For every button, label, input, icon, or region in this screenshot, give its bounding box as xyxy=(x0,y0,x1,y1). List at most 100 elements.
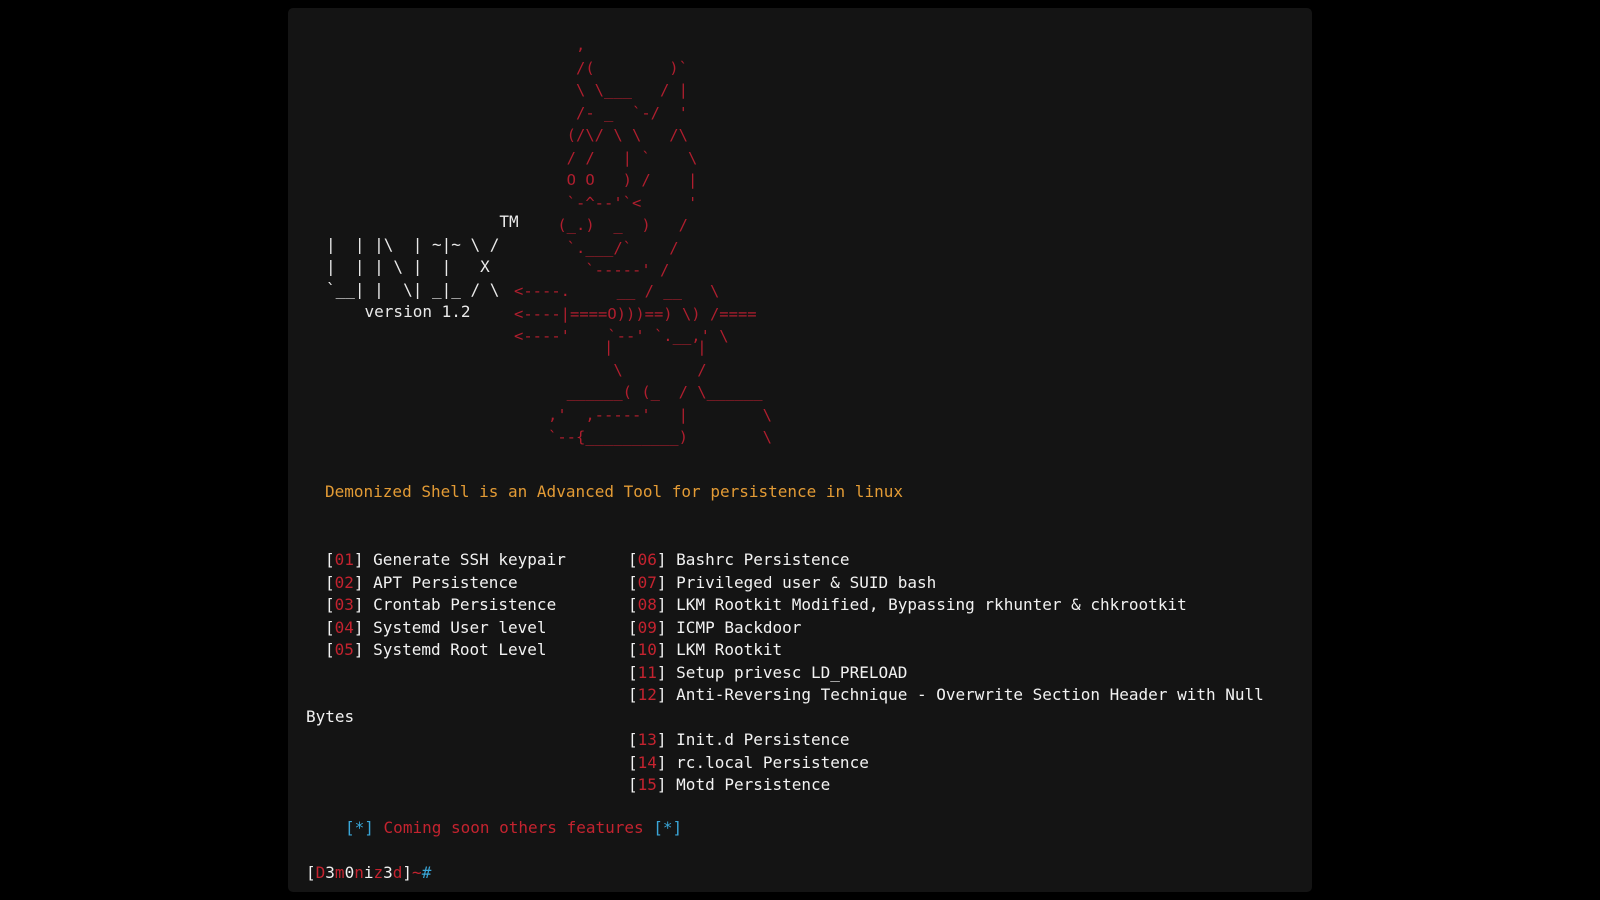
option-number: 13 xyxy=(637,730,657,749)
menu-options-left: [01] Generate SSH keypair [02] APT Persis… xyxy=(325,549,566,662)
prompt-char: 3 xyxy=(325,863,335,882)
option-bracket-close: ] xyxy=(656,685,677,704)
prompt-tilde: ~ xyxy=(412,863,422,882)
arrow-line-1: <----. __ / __ \ xyxy=(514,282,720,300)
option-number: 08 xyxy=(637,595,657,614)
ascii-art-line: /( )` xyxy=(520,58,688,77)
coming-soon-marker-end: [*] xyxy=(653,818,683,837)
option-number: 03 xyxy=(334,595,354,614)
menu-option-08[interactable]: [08] LKM Rootkit Modified, Bypassing rkh… xyxy=(628,594,1264,617)
menu-option-06[interactable]: [06] Bashrc Persistence xyxy=(628,549,1264,572)
arrow-line-3: <----' `--' `.__,' \ xyxy=(514,327,729,345)
prompt-char: n xyxy=(354,863,364,882)
option-label: LKM Rootkit Modified, Bypassing rkhunter… xyxy=(676,595,1187,614)
ascii-art-line: ,' ,-----' | \ xyxy=(520,405,772,424)
menu-option-05[interactable]: [05] Systemd Root Level xyxy=(325,639,566,662)
option-label: Systemd User level xyxy=(373,617,547,637)
option-bracket-open: [ xyxy=(628,617,638,637)
option-bracket-open: [ xyxy=(325,572,335,592)
menu-option-10[interactable]: [10] LKM Rootkit xyxy=(628,639,1264,662)
option-number: 12 xyxy=(637,685,657,704)
menu-option-03[interactable]: [03] Crontab Persistence xyxy=(325,594,566,617)
ascii-art-line: /- _ `-/ ' xyxy=(520,103,688,122)
menu-option-04[interactable]: [04] Systemd User level xyxy=(325,617,566,640)
option-bracket-close: ] xyxy=(656,572,677,592)
prompt-char: d xyxy=(392,863,403,882)
option-bracket-close: ] xyxy=(656,752,677,772)
ascii-art-line: \ / xyxy=(520,360,707,379)
option-bracket-close: ] xyxy=(353,595,374,614)
option-label: Motd Persistence xyxy=(676,775,831,794)
prompt-char: 0 xyxy=(344,863,355,882)
option-bracket-open: [ xyxy=(628,730,638,749)
option-number: 06 xyxy=(637,550,657,569)
option-bracket-open: [ xyxy=(325,617,335,637)
logo-tm: TM xyxy=(326,212,519,231)
menu-options-right-continued: [13] Init.d Persistence [14] rc.local Per… xyxy=(628,729,869,797)
menu-option-14[interactable]: [14] rc.local Persistence xyxy=(628,752,869,775)
coming-soon-text: Coming soon others features xyxy=(383,818,644,837)
option-bracket-close: ] xyxy=(656,640,677,659)
option-bracket-close: ] xyxy=(353,617,374,637)
option-bracket-open: [ xyxy=(628,595,638,614)
option-label: Anti-Reversing Technique - Overwrite Sec… xyxy=(676,685,1264,704)
ascii-art-line: O O ) / | xyxy=(520,171,698,189)
option-label: Crontab Persistence xyxy=(373,595,557,614)
option-bracket-open: [ xyxy=(628,775,638,794)
option-bracket-close: ] xyxy=(656,617,677,637)
option-bracket-open: [ xyxy=(628,662,638,682)
option-label: Bashrc Persistence xyxy=(676,550,850,569)
option-label: ICMP Backdoor xyxy=(676,617,802,637)
option-label: APT Persistence xyxy=(373,572,518,592)
ascii-art-line: `--{__________) \ xyxy=(520,428,772,446)
prompt-char: m xyxy=(334,863,345,882)
ascii-art-line: , xyxy=(520,36,586,54)
option-bracket-open: [ xyxy=(325,595,335,614)
logo-line-3: `__| | \| _|_ / \ xyxy=(326,279,500,299)
ascii-arrows: <----. __ / __ \ <----|====O)))==) \) /=… xyxy=(514,280,757,348)
option-number: 09 xyxy=(637,617,657,637)
ascii-art-line: `-----' / xyxy=(520,261,670,279)
option-number: 02 xyxy=(334,572,354,592)
option-bracket-close: ] xyxy=(353,640,374,659)
menu-option-12[interactable]: [12] Anti-Reversing Technique - Overwrit… xyxy=(628,684,1264,707)
menu-option-13[interactable]: [13] Init.d Persistence xyxy=(628,729,869,752)
option-label: rc.local Persistence xyxy=(676,752,869,772)
menu-option-15[interactable]: [15] Motd Persistence xyxy=(628,774,869,797)
option-label: Init.d Persistence xyxy=(676,730,850,749)
ascii-art-line: (/\/ \ \ /\ xyxy=(520,126,688,144)
arrow-line-2: <----|====O)))==) \) /==== xyxy=(514,304,757,323)
prompt-char: z xyxy=(373,863,384,882)
wrapped-text: Bytes xyxy=(306,707,355,726)
ascii-art-demon-upper: , /( )` \ \___ / | /- _ `-/ ' (/\/ \ \ /… xyxy=(520,34,697,282)
prompt-char: D xyxy=(315,863,326,882)
coming-soon-marker-start: [*] xyxy=(345,818,374,837)
menu-option-01[interactable]: [01] Generate SSH keypair xyxy=(325,549,566,572)
shell-prompt[interactable]: [D3m0niz3d]~# xyxy=(306,863,431,882)
option-number: 07 xyxy=(637,572,657,592)
option-label: Generate SSH keypair xyxy=(373,550,566,569)
option-bracket-close: ] xyxy=(656,730,677,749)
menu-option-07[interactable]: [07] Privileged user & SUID bash xyxy=(628,572,1264,595)
option-bracket-close: ] xyxy=(656,662,677,682)
coming-soon-notice: [*] Coming soon others features [*] xyxy=(345,818,682,837)
option-bracket-close: ] xyxy=(656,550,677,569)
option-bracket-open: [ xyxy=(628,752,638,772)
menu-option-02[interactable]: [02] APT Persistence xyxy=(325,572,566,595)
menu-option-09[interactable]: [09] ICMP Backdoor xyxy=(628,617,1264,640)
tool-description: Demonized Shell is an Advanced Tool for … xyxy=(325,482,903,501)
ascii-art-line: ______( (_ / \______ xyxy=(520,383,763,401)
option-number: 15 xyxy=(637,775,657,794)
menu-options-right: [06] Bashrc Persistence [07] Privileged u… xyxy=(628,549,1264,707)
ascii-art-demon-lower: | | \ / ______( (_ / \______ ,' ,-----' … xyxy=(520,336,772,449)
option-number: 01 xyxy=(334,550,354,569)
prompt-char: 3 xyxy=(383,863,393,882)
menu-option-11[interactable]: [11] Setup privesc LD_PRELOAD xyxy=(628,662,1264,685)
option-label: Privileged user & SUID bash xyxy=(676,572,937,592)
option-bracket-open: [ xyxy=(628,572,638,592)
ascii-art-line: `.___/` / xyxy=(520,238,679,257)
option-bracket-close: ] xyxy=(656,775,677,794)
logo-version: version 1.2 xyxy=(326,302,471,321)
option-number: 10 xyxy=(637,640,657,659)
prompt-bracket-close: ] xyxy=(402,863,413,882)
